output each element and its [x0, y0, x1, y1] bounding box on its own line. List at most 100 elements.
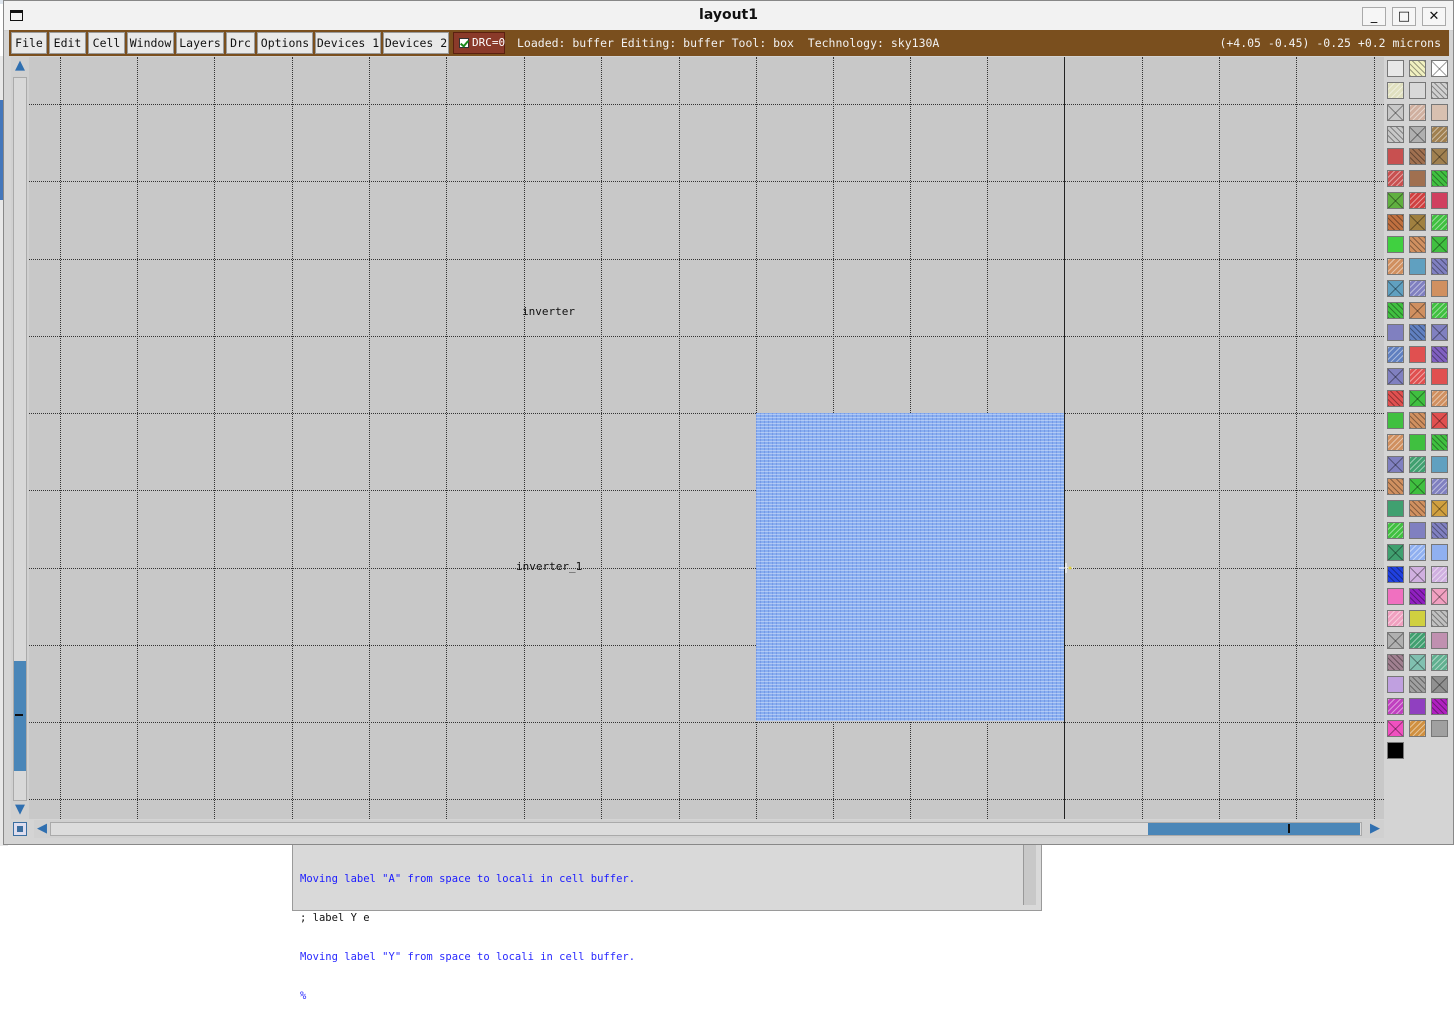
layer-swatch[interactable] [1387, 148, 1404, 165]
layer-swatch[interactable] [1431, 632, 1448, 649]
layer-swatch[interactable] [1387, 676, 1404, 693]
layer-swatch[interactable] [1431, 698, 1448, 715]
locali-box[interactable] [756, 413, 1065, 721]
layer-swatch[interactable] [1387, 60, 1404, 77]
drc-toggle[interactable]: DRC=0 [453, 32, 505, 54]
layer-swatch[interactable] [1387, 236, 1404, 253]
layer-swatch[interactable] [1431, 522, 1448, 539]
layer-swatch[interactable] [1387, 610, 1404, 627]
layer-swatch[interactable] [1387, 192, 1404, 209]
layer-swatch[interactable] [1409, 236, 1426, 253]
layer-swatch[interactable] [1387, 478, 1404, 495]
layer-swatch[interactable] [1387, 720, 1404, 737]
menu-cell[interactable]: Cell [88, 32, 125, 54]
layer-swatch[interactable] [1431, 346, 1448, 363]
layer-swatch[interactable] [1409, 412, 1426, 429]
layer-swatch[interactable] [1387, 258, 1404, 275]
minimize-button[interactable]: _ [1362, 7, 1386, 26]
title-bar[interactable]: layout1 _ □ ✕ [4, 1, 1453, 31]
layer-swatch[interactable] [1409, 456, 1426, 473]
menu-drc[interactable]: Drc [226, 32, 255, 54]
layer-swatch[interactable] [1387, 566, 1404, 583]
layer-swatch[interactable] [1431, 170, 1448, 187]
layer-swatch[interactable] [1387, 368, 1404, 385]
layer-swatch[interactable] [1431, 500, 1448, 517]
menu-window[interactable]: Window [127, 32, 174, 54]
layer-swatch[interactable] [1431, 676, 1448, 693]
layer-swatch[interactable] [1387, 544, 1404, 561]
layer-swatch[interactable] [1409, 258, 1426, 275]
layer-swatch[interactable] [1431, 720, 1448, 737]
layer-swatch[interactable] [1409, 698, 1426, 715]
layer-swatch[interactable] [1387, 456, 1404, 473]
arrow-up-icon[interactable]: ▲ [12, 58, 28, 74]
console-prompt[interactable]: % [300, 990, 1020, 1003]
layer-swatch[interactable] [1409, 82, 1426, 99]
layer-swatch[interactable] [1409, 610, 1426, 627]
menu-devices-2[interactable]: Devices 2 [383, 32, 449, 54]
layer-swatch[interactable] [1431, 324, 1448, 341]
arrow-right-icon[interactable]: ▶ [1367, 821, 1383, 837]
layer-swatch[interactable] [1431, 478, 1448, 495]
layer-swatch[interactable] [1409, 280, 1426, 297]
menu-edit[interactable]: Edit [49, 32, 86, 54]
menu-layers[interactable]: Layers [176, 32, 224, 54]
layer-swatch[interactable] [1431, 236, 1448, 253]
menu-file[interactable]: File [11, 32, 47, 54]
close-button[interactable]: ✕ [1422, 7, 1446, 26]
cell-label-inverter-1[interactable]: inverter_1 [516, 560, 582, 573]
layer-swatch[interactable] [1387, 126, 1404, 143]
layer-swatch[interactable] [1431, 60, 1448, 77]
layer-swatch[interactable] [1387, 390, 1404, 407]
layer-swatch[interactable] [1431, 588, 1448, 605]
horizontal-scrollbar[interactable]: ◀ ▶ [34, 820, 1384, 838]
layer-swatch[interactable] [1431, 214, 1448, 231]
layer-swatch[interactable] [1431, 654, 1448, 671]
layer-swatch[interactable] [1431, 368, 1448, 385]
scroll-thumb[interactable] [14, 661, 26, 771]
cell-label-inverter[interactable]: inverter [522, 305, 575, 318]
layer-swatch[interactable] [1387, 632, 1404, 649]
scroll-thumb[interactable] [1148, 823, 1360, 835]
layer-swatch[interactable] [1387, 214, 1404, 231]
layer-swatch[interactable] [1431, 390, 1448, 407]
maximize-button[interactable]: □ [1392, 7, 1416, 26]
layer-swatch[interactable] [1387, 500, 1404, 517]
layer-swatch[interactable] [1409, 522, 1426, 539]
layer-swatch[interactable] [1431, 610, 1448, 627]
layer-swatch[interactable] [1387, 302, 1404, 319]
layer-swatch[interactable] [1409, 588, 1426, 605]
layer-swatch[interactable] [1431, 412, 1448, 429]
tkcon-console[interactable]: Moving label "A" from space to locali in… [292, 842, 1042, 1002]
layer-swatch[interactable] [1431, 82, 1448, 99]
layer-swatch[interactable] [1387, 654, 1404, 671]
layer-swatch[interactable] [1387, 324, 1404, 341]
layer-swatch[interactable] [1409, 170, 1426, 187]
layer-swatch[interactable] [1387, 698, 1404, 715]
layer-swatch[interactable] [1431, 104, 1448, 121]
layer-swatch[interactable] [1409, 632, 1426, 649]
layer-swatch[interactable] [1409, 676, 1426, 693]
layer-swatch[interactable] [1387, 522, 1404, 539]
layer-swatch[interactable] [1431, 192, 1448, 209]
layer-swatch[interactable] [1387, 170, 1404, 187]
layer-swatch[interactable] [1409, 390, 1426, 407]
layer-swatch[interactable] [1409, 368, 1426, 385]
layer-swatch[interactable] [1431, 258, 1448, 275]
layer-swatch[interactable] [1387, 104, 1404, 121]
layer-swatch[interactable] [1409, 544, 1426, 561]
layer-swatch[interactable] [1431, 302, 1448, 319]
layer-swatch[interactable] [1387, 280, 1404, 297]
layer-swatch[interactable] [1431, 434, 1448, 451]
layer-swatch[interactable] [1387, 346, 1404, 363]
layer-swatch[interactable] [1431, 126, 1448, 143]
layer-swatch[interactable] [1409, 126, 1426, 143]
vertical-scrollbar[interactable]: ▲ ▼ [11, 57, 29, 819]
layer-swatch[interactable] [1387, 412, 1404, 429]
layer-swatch[interactable] [1387, 588, 1404, 605]
layer-swatch[interactable] [1387, 742, 1404, 759]
layer-swatch[interactable] [1431, 148, 1448, 165]
layer-swatch[interactable] [1387, 82, 1404, 99]
layer-swatch[interactable] [1409, 302, 1426, 319]
layer-swatch[interactable] [1409, 324, 1426, 341]
